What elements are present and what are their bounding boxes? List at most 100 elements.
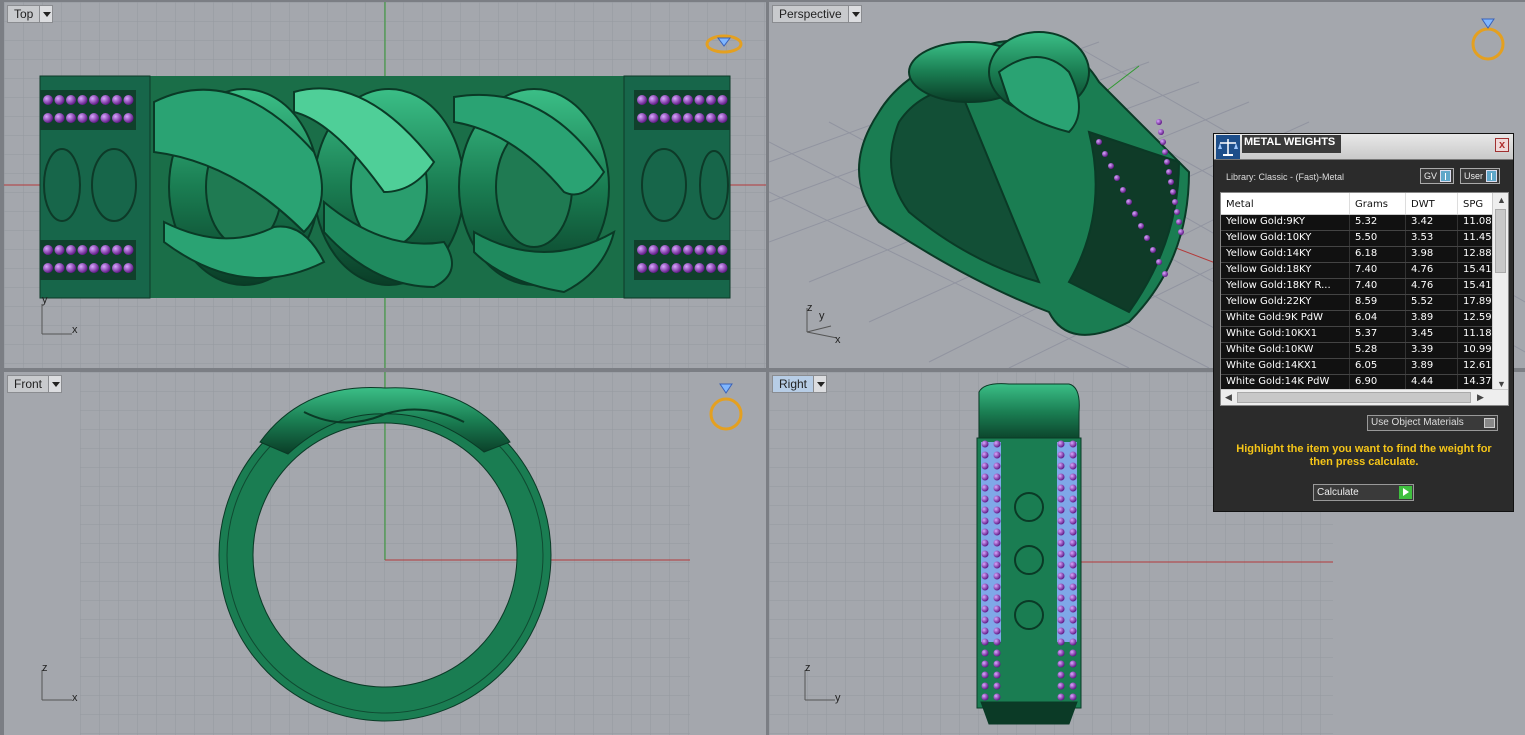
gemstone: [43, 245, 53, 255]
gemstone: [648, 245, 659, 255]
gemstone: [1069, 671, 1077, 679]
gemstone: [706, 95, 716, 105]
viewport-label-perspective[interactable]: Perspective: [772, 5, 862, 23]
axis-label-x: x: [835, 334, 841, 346]
column-header-dwt[interactable]: DWT: [1406, 193, 1458, 214]
scroll-thumb[interactable]: [1237, 392, 1471, 403]
gemstone: [1069, 583, 1077, 591]
table-row[interactable]: Yellow Gold:9KY 5.32 3.42 11.08: [1221, 215, 1493, 231]
viewport-top[interactable]: Top y x: [4, 2, 766, 368]
gemstone: [993, 616, 1001, 624]
gemstone: [993, 583, 1001, 591]
gemstone: [981, 506, 989, 514]
vertical-scrollbar[interactable]: ▲ ▼: [1492, 193, 1508, 391]
gemstone: [54, 263, 65, 273]
table-row[interactable]: White Gold:10KX1 5.37 3.45 11.18: [1221, 327, 1493, 343]
viewport-menu-dropdown[interactable]: [847, 6, 861, 22]
gemstone: [1114, 175, 1120, 181]
table-row[interactable]: Yellow Gold:22KY 8.59 5.52 17.89: [1221, 295, 1493, 311]
scroll-down-icon[interactable]: ▼: [1497, 379, 1506, 389]
gemstone: [1057, 528, 1065, 536]
gemstone: [671, 263, 682, 273]
metal-cell: Yellow Gold:14KY: [1221, 247, 1350, 262]
play-arrow-icon[interactable]: [1399, 486, 1412, 499]
gemstone: [100, 245, 111, 255]
grams-cell: 5.32: [1350, 215, 1406, 230]
viewport-menu-dropdown[interactable]: [39, 6, 53, 22]
gemstone: [1057, 451, 1065, 459]
viewport-menu-dropdown[interactable]: [48, 376, 62, 392]
gemstone: [1069, 506, 1077, 514]
gemstone: [993, 550, 1001, 558]
table-row[interactable]: White Gold:14KX1 6.05 3.89 12.61: [1221, 359, 1493, 375]
gemstone: [981, 616, 989, 624]
scroll-right-icon[interactable]: ▶: [1477, 392, 1484, 403]
gemstone: [1166, 169, 1172, 175]
viewport-front[interactable]: Front z x: [4, 372, 766, 735]
viewport-label-front[interactable]: Front: [7, 375, 63, 393]
spg-cell: 12.59: [1458, 311, 1493, 326]
close-icon[interactable]: x: [1495, 138, 1509, 152]
metal-weights-panel[interactable]: METAL WEIGHTS x Library: Classic - (Fast…: [1213, 133, 1514, 512]
gemstone: [993, 539, 1001, 547]
calculate-button[interactable]: Calculate: [1313, 484, 1414, 501]
gemstone: [637, 113, 647, 123]
column-header-spg[interactable]: SPG: [1458, 193, 1493, 214]
gemstone: [89, 95, 99, 105]
use-object-materials-checkbox[interactable]: Use Object Materials: [1367, 415, 1498, 431]
gemstone: [1069, 528, 1077, 536]
grams-cell: 7.40: [1350, 263, 1406, 278]
spg-cell: 11.45: [1458, 231, 1493, 246]
viewport-label-right[interactable]: Right: [772, 375, 828, 393]
ring-view-icon[interactable]: [1467, 16, 1509, 62]
axis-label-z: z: [807, 302, 813, 314]
table-row[interactable]: Yellow Gold:14KY 6.18 3.98 12.88: [1221, 247, 1493, 263]
horizontal-scrollbar[interactable]: ◀ ▶: [1221, 389, 1508, 405]
spg-cell: 14.37: [1458, 375, 1493, 390]
metal-table-container[interactable]: Metal Grams DWT SPG Yellow Gold:9KY 5.32 3…: [1220, 192, 1509, 406]
gemstone: [981, 605, 989, 613]
gemstone: [981, 561, 989, 569]
gemstone: [1126, 199, 1132, 205]
gemstone: [993, 484, 1001, 492]
gemstone: [1069, 517, 1077, 525]
gv-toggle[interactable]: GV: [1420, 168, 1455, 184]
gemstone: [683, 263, 693, 273]
front-view-canvas: [4, 372, 766, 735]
table-row[interactable]: White Gold:10KW 5.28 3.39 10.99: [1221, 343, 1493, 359]
user-toggle-label: User: [1464, 171, 1484, 181]
dwt-cell: 3.89: [1406, 311, 1458, 326]
scroll-up-icon[interactable]: ▲: [1497, 195, 1506, 205]
table-row[interactable]: Yellow Gold:18KY R... 7.40 4.76 15.41: [1221, 279, 1493, 295]
ring-view-icon[interactable]: [704, 32, 744, 56]
table-row[interactable]: White Gold:9K PdW 6.04 3.89 12.59: [1221, 311, 1493, 327]
gemstone: [1168, 179, 1174, 185]
column-header-grams[interactable]: Grams: [1350, 193, 1406, 214]
gemstone: [671, 95, 682, 105]
scroll-thumb[interactable]: [1495, 209, 1506, 273]
column-header-metal[interactable]: Metal: [1221, 193, 1350, 214]
panel-titlebar[interactable]: METAL WEIGHTS x: [1214, 134, 1513, 160]
viewport-menu-dropdown[interactable]: [813, 376, 827, 392]
gemstone: [1057, 583, 1065, 591]
gemstone: [1162, 271, 1168, 277]
metal-cell: Yellow Gold:10KY: [1221, 231, 1350, 246]
ring-view-icon[interactable]: [706, 380, 746, 434]
spg-cell: 12.88: [1458, 247, 1493, 262]
metal-table[interactable]: Metal Grams DWT SPG Yellow Gold:9KY 5.32 3…: [1221, 193, 1493, 391]
gemstone: [66, 263, 76, 273]
gemstone: [637, 245, 647, 255]
gemstone: [1069, 473, 1077, 481]
gemstone: [43, 263, 53, 273]
gemstone: [993, 561, 1001, 569]
gemstone: [981, 682, 989, 690]
dwt-cell: 4.76: [1406, 279, 1458, 294]
gemstone: [89, 263, 99, 273]
grams-cell: 6.90: [1350, 375, 1406, 390]
table-row[interactable]: Yellow Gold:10KY 5.50 3.53 11.45: [1221, 231, 1493, 247]
checkbox-box[interactable]: [1484, 418, 1495, 428]
viewport-label-top[interactable]: Top: [7, 5, 54, 23]
table-row[interactable]: Yellow Gold:18KY 7.40 4.76 15.41: [1221, 263, 1493, 279]
user-toggle[interactable]: User: [1460, 168, 1501, 184]
scroll-left-icon[interactable]: ◀: [1225, 392, 1232, 403]
